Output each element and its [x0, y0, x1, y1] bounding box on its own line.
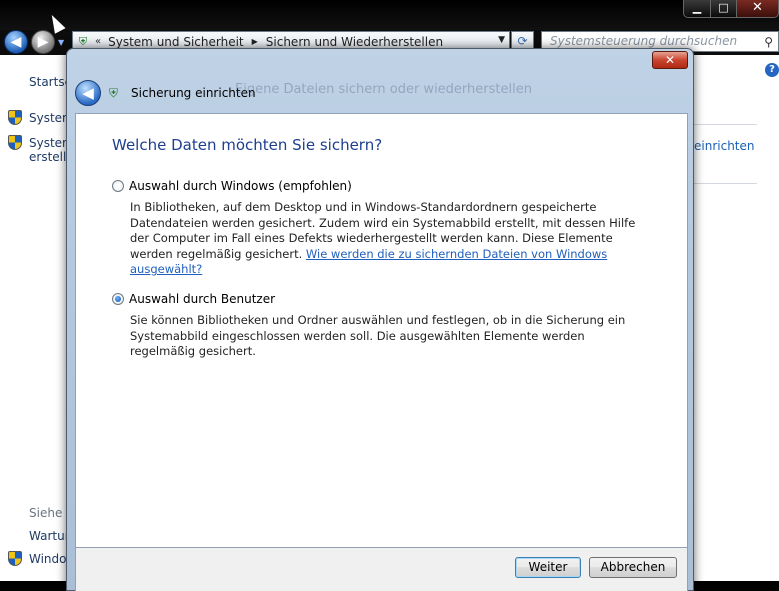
- option-let-me-choose[interactable]: Auswahl durch Benutzer: [112, 292, 275, 306]
- forward-button[interactable]: ▶: [31, 30, 55, 54]
- minimize-button[interactable]: ▁: [683, 0, 711, 18]
- option-description: In Bibliotheken, auf dem Desktop und in …: [130, 200, 650, 278]
- setup-backup-dialog: ✕ ◀ ⛨ Sicherung einrichten Eigene Dateie…: [66, 48, 694, 591]
- page-heading: Welche Daten möchten Sie sichern?: [112, 136, 383, 154]
- window-close-button[interactable]: ✕: [736, 0, 779, 18]
- dialog-body: Welche Daten möchten Sie sichern? Auswah…: [75, 113, 688, 548]
- uac-shield-icon: [8, 551, 22, 566]
- breadcrumb-system-security[interactable]: System und Sicherheit: [108, 35, 244, 49]
- recent-pages-dropdown[interactable]: ▼: [58, 38, 64, 47]
- option-description: Sie können Bibliotheken und Ordner auswä…: [130, 313, 650, 360]
- divider: [692, 124, 757, 125]
- dialog-close-button[interactable]: ✕: [652, 51, 688, 69]
- breadcrumb-separator-icon[interactable]: ▶: [252, 37, 258, 46]
- sidebar-item-maintenance[interactable]: Wartur: [29, 529, 70, 543]
- breadcrumb-backup-restore[interactable]: Sichern und Wiederherstellen: [266, 35, 443, 49]
- window-titlebar: ▁ □ ✕: [0, 0, 779, 30]
- search-placeholder: Systemsteuerung durchsuchen: [550, 34, 738, 48]
- background-window-title: Eigene Dateien sichern oder wiederherste…: [235, 82, 532, 97]
- option-windows-choose[interactable]: Auswahl durch Windows (empfohlen): [112, 179, 352, 193]
- next-button[interactable]: Weiter: [515, 557, 581, 578]
- control-panel-icon: ⛨: [78, 34, 88, 48]
- maximize-button[interactable]: □: [710, 0, 737, 18]
- option-label[interactable]: Auswahl durch Windows (empfohlen): [129, 179, 352, 193]
- radio-windows-choose[interactable]: [112, 180, 124, 192]
- divider: [692, 183, 757, 184]
- uac-shield-icon: [8, 110, 22, 125]
- radio-let-me-choose[interactable]: [112, 293, 124, 305]
- breadcrumb-overflow-chevron[interactable]: «: [95, 36, 101, 47]
- address-dropdown-icon[interactable]: ▼: [498, 35, 505, 45]
- setup-backup-link[interactable]: einrichten: [694, 139, 755, 153]
- search-icon[interactable]: ⚲: [764, 33, 773, 52]
- back-button[interactable]: ◀: [4, 30, 28, 54]
- help-icon[interactable]: ?: [765, 63, 779, 77]
- option-label[interactable]: Auswahl durch Benutzer: [129, 292, 275, 306]
- dialog-back-button[interactable]: ◀: [75, 80, 101, 106]
- sidebar-item-windows[interactable]: Windo: [29, 552, 67, 566]
- cancel-button[interactable]: Abbrechen: [589, 557, 677, 578]
- dialog-footer: Weiter Abbrechen: [75, 548, 688, 591]
- backup-icon: ⛨: [109, 86, 119, 100]
- uac-shield-icon: [8, 135, 22, 150]
- dialog-header: ◀ ⛨ Sicherung einrichten Eigene Dateien …: [75, 76, 688, 110]
- option-description-text: Sie können Bibliotheken und Ordner auswä…: [130, 313, 626, 358]
